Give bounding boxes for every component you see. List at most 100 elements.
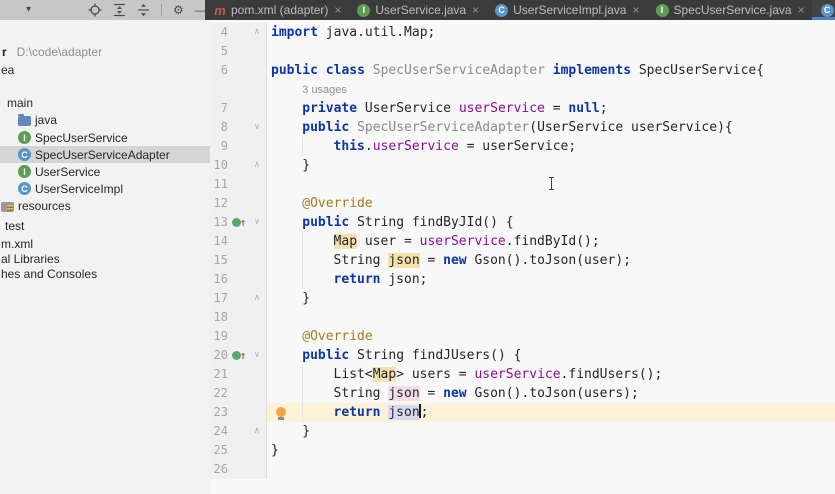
tree-item-spec-user-service[interactable]: ISpecUserService <box>18 129 128 146</box>
code-text[interactable]: import java.util.Map; <box>267 23 835 42</box>
code-text[interactable]: return json; <box>267 403 835 422</box>
line-number[interactable]: 18 <box>210 308 228 327</box>
locate-file-icon[interactable] <box>88 3 102 17</box>
code-line-26[interactable]: 26 <box>210 460 835 479</box>
tree-item-user-service[interactable]: IUserService <box>18 163 100 180</box>
fold-marker-icon[interactable]: ∨ <box>250 118 264 137</box>
editor-tab-specuserservice[interactable]: CSpecUserService <box>812 0 835 20</box>
line-number[interactable]: 20 <box>210 346 228 365</box>
tree-item-user-service-impl[interactable]: CUserServiceImpl <box>18 180 123 197</box>
code-text[interactable]: 3 usages <box>267 80 835 99</box>
code-text[interactable]: @Override <box>267 327 835 346</box>
code-line-16[interactable]: 16 return json; <box>210 270 835 289</box>
line-number[interactable]: 24 <box>210 422 228 441</box>
tree-item-spec-user-service-adapter[interactable]: CSpecUserServiceAdapter <box>0 146 211 163</box>
collapse-all-icon[interactable] <box>137 3 150 17</box>
view-options-dropdown-icon[interactable]: ▾ <box>26 1 31 19</box>
line-number[interactable]: 12 <box>210 194 228 213</box>
fold-marker-icon[interactable]: ∧ <box>250 422 264 441</box>
line-number[interactable]: 5 <box>210 42 228 61</box>
code-text[interactable]: } <box>267 289 835 308</box>
tab-close-icon[interactable]: × <box>632 3 639 17</box>
line-number[interactable]: 7 <box>210 99 228 118</box>
code-text[interactable]: public class SpecUserServiceAdapter impl… <box>267 61 835 80</box>
code-line-6[interactable]: 6 public class SpecUserServiceAdapter imp… <box>210 61 835 80</box>
code-text[interactable]: String json = new Gson().toJson(users); <box>267 384 835 403</box>
code-text[interactable] <box>267 308 835 327</box>
line-number[interactable]: 16 <box>210 270 228 289</box>
code-line-12[interactable]: 12 @Override <box>210 194 835 213</box>
line-number[interactable]: 11 <box>210 175 228 194</box>
tree-item-idea-folder[interactable]: ea <box>1 61 14 78</box>
line-number[interactable]: 8 <box>210 118 228 137</box>
code-text[interactable]: public String findByJId() { <box>267 213 835 232</box>
editor-tab-userserviceimpl-java[interactable]: CUserServiceImpl.java× <box>486 0 646 20</box>
line-number[interactable]: 4 <box>210 23 228 42</box>
line-number[interactable] <box>210 80 228 99</box>
line-number[interactable]: 21 <box>210 365 228 384</box>
line-number[interactable]: 13 <box>210 213 228 232</box>
line-number[interactable]: 6 <box>210 61 228 80</box>
line-number[interactable]: 17 <box>210 289 228 308</box>
override-method-icon[interactable]: ↑ <box>228 213 250 232</box>
code-inlay-line[interactable]: 3 usages <box>210 80 835 99</box>
tree-item-project-root[interactable]: rD:\code\adapter <box>2 43 102 60</box>
line-number[interactable]: 15 <box>210 251 228 270</box>
code-text[interactable]: @Override <box>267 194 835 213</box>
tree-item-test-folder[interactable]: test <box>5 217 24 234</box>
override-method-icon[interactable]: ↑ <box>228 346 250 365</box>
line-number[interactable]: 14 <box>210 232 228 251</box>
code-text[interactable] <box>267 460 835 479</box>
line-number[interactable]: 22 <box>210 384 228 403</box>
code-line-8[interactable]: 8 ∨public SpecUserServiceAdapter(UserServ… <box>210 118 835 137</box>
tree-item-scratches-and-consoles[interactable]: hes and Consoles <box>1 265 97 282</box>
code-line-17[interactable]: 17 ∧} <box>210 289 835 308</box>
code-line-23[interactable]: 23return json; <box>210 403 835 422</box>
code-line-24[interactable]: 24∧} <box>210 422 835 441</box>
code-line-13[interactable]: 13↑∨public String findByJId() { <box>210 213 835 232</box>
code-text[interactable]: Map user = userService.findById(); <box>267 232 835 251</box>
code-line-15[interactable]: 15String json = new Gson().toJson(user); <box>210 251 835 270</box>
code-line-5[interactable]: 5 <box>210 42 835 61</box>
tree-item-resources-folder[interactable]: resources <box>1 197 71 214</box>
editor-tab-pom-xml-adapter-[interactable]: mpom.xml (adapter)× <box>205 0 348 20</box>
tab-close-icon[interactable]: × <box>334 3 341 17</box>
code-line-18[interactable]: 18 <box>210 308 835 327</box>
code-line-4[interactable]: 4 ∧import java.util.Map; <box>210 23 835 42</box>
code-text[interactable]: } <box>267 156 835 175</box>
code-text[interactable]: public SpecUserServiceAdapter(UserServic… <box>267 118 835 137</box>
fold-marker-icon[interactable]: ∧ <box>250 289 264 308</box>
code-text[interactable] <box>267 42 835 61</box>
tree-item-java-folder[interactable]: java <box>18 111 57 128</box>
tree-item-main-folder[interactable]: main <box>7 94 33 111</box>
code-text[interactable]: private UserService userService = null; <box>267 99 835 118</box>
project-tree-panel[interactable]: rD:\code\adapterea mainjavaISpecUserServi… <box>0 20 211 494</box>
line-number[interactable]: 9 <box>210 137 228 156</box>
editor-tab-userservice-java[interactable]: IUserService.java× <box>348 0 486 20</box>
fold-marker-icon[interactable]: ∨ <box>250 346 264 365</box>
line-number[interactable]: 10 <box>210 156 228 175</box>
code-text[interactable]: return json; <box>267 270 835 289</box>
fold-marker-icon[interactable]: ∧ <box>250 23 264 42</box>
code-editor[interactable]: 4∧import java.util.Map;56public class Sp… <box>210 20 835 494</box>
code-line-7[interactable]: 7 private UserService userService = null; <box>210 99 835 118</box>
code-text[interactable]: } <box>267 441 835 460</box>
code-text[interactable]: List<Map> users = userService.findUsers(… <box>267 365 835 384</box>
fold-marker-icon[interactable]: ∨ <box>250 213 264 232</box>
fold-marker-icon[interactable]: ∧ <box>250 156 264 175</box>
expand-all-icon[interactable] <box>113 3 126 17</box>
editor-tab-specuserservice-java[interactable]: ISpecUserService.java× <box>647 0 812 20</box>
intention-bulb-icon[interactable] <box>276 407 286 417</box>
code-line-20[interactable]: 20↑∨public String findJUsers() { <box>210 346 835 365</box>
code-line-19[interactable]: 19 @Override <box>210 327 835 346</box>
tab-close-icon[interactable]: × <box>798 3 805 17</box>
code-line-9[interactable]: 9this.userService = userService; <box>210 137 835 156</box>
line-number[interactable]: 19 <box>210 327 228 346</box>
code-text[interactable]: public String findJUsers() { <box>267 346 835 365</box>
code-line-21[interactable]: 21 List<Map> users = userService.findUser… <box>210 365 835 384</box>
line-number[interactable]: 26 <box>210 460 228 479</box>
settings-gear-icon[interactable]: ⚙ <box>173 0 184 20</box>
code-line-22[interactable]: 22 String json = new Gson().toJson(users)… <box>210 384 835 403</box>
code-line-10[interactable]: 10 ∧} <box>210 156 835 175</box>
code-line-25[interactable]: 25} <box>210 441 835 460</box>
